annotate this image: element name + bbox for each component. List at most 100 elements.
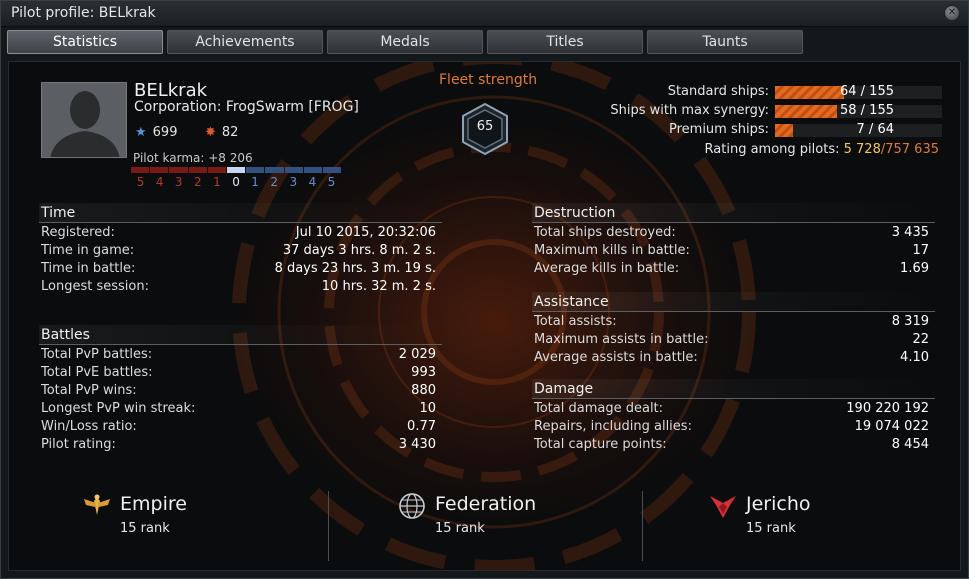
- karma-scale: 5 4 3 2 1 0 1 2 3 4 5: [131, 175, 341, 189]
- ship-stat-label: Ships with max synergy:: [610, 103, 769, 118]
- fleet-strength-title: Fleet strength: [439, 72, 538, 88]
- tab-bar: Statistics Achievements Medals Titles Ta…: [7, 30, 803, 54]
- faction-ranks: Empire 15 rank Federation 15 rank Jerich…: [9, 487, 960, 567]
- stat-value: 190 220 192: [846, 401, 929, 416]
- karma-tick: 4: [155, 175, 164, 189]
- silhouette-icon: [42, 83, 126, 157]
- jericho-emblem-icon: [710, 496, 736, 518]
- battles-section: Battles Total PvP battles: 2 029 Total Pv…: [39, 325, 442, 453]
- stat-row: Total assists: 8 319: [532, 312, 935, 330]
- pilot-profile-window: Pilot profile: BELkrak ✕ Statistics Achi…: [0, 0, 969, 579]
- faction-rank: 15 rank: [435, 521, 485, 536]
- rating-label: Rating among pilots:: [704, 142, 840, 157]
- stat-label: Average assists in battle:: [534, 350, 698, 365]
- stat-value: 880: [411, 383, 436, 398]
- rating-total: 757 635: [885, 142, 939, 157]
- stat-row: Average kills in battle: 1.69: [532, 259, 935, 277]
- corporation-name: Corporation: FrogSwarm [FROG]: [134, 99, 359, 115]
- stat-label: Longest PvP win streak:: [41, 401, 196, 416]
- section-title: Time: [39, 203, 442, 223]
- kills-value: 82: [221, 125, 239, 140]
- destruction-section: Destruction Total ships destroyed: 3 435 …: [532, 203, 935, 277]
- faction-jericho: Jericho 15 rank: [708, 487, 908, 567]
- kills-stat: ✸ 82: [205, 125, 238, 140]
- karma-tick: 5: [327, 175, 336, 189]
- stat-value: 0.77: [407, 419, 436, 434]
- section-title: Destruction: [532, 203, 935, 223]
- close-icon[interactable]: ✕: [944, 5, 960, 21]
- stat-value: 4.10: [900, 350, 929, 365]
- tab-titles[interactable]: Titles: [487, 30, 643, 54]
- stat-value: 8 319: [891, 314, 929, 329]
- faction-empire: Empire 15 rank: [82, 487, 282, 567]
- pilot-karma: Pilot karma: +8 206: [133, 151, 253, 165]
- stat-row: Total damage dealt: 190 220 192: [532, 399, 935, 417]
- karma-tick: 1: [251, 175, 259, 189]
- stat-label: Pilot rating:: [41, 437, 116, 452]
- fleet-strength-value: 65: [476, 119, 494, 134]
- stat-label: Registered:: [41, 225, 115, 240]
- karma-tick: 1: [213, 175, 221, 189]
- stat-label: Total capture points:: [534, 437, 667, 452]
- stat-value: 22: [912, 332, 929, 347]
- ship-stats: Standard ships: 64 / 155 Ships with max …: [610, 82, 942, 139]
- stat-label: Maximum assists in battle:: [534, 332, 709, 347]
- stat-value: 17: [912, 243, 929, 258]
- stat-label: Maximum kills in battle:: [534, 243, 690, 258]
- karma-tick: 2: [270, 175, 279, 189]
- section-title: Assistance: [532, 292, 935, 312]
- section-title: Battles: [39, 325, 442, 345]
- stat-value: 10 hrs. 32 m. 2 s.: [321, 279, 436, 294]
- stat-row: Total PvE battles: 993: [39, 363, 442, 381]
- stat-row: Total PvP wins: 880: [39, 381, 442, 399]
- divider: [642, 491, 643, 561]
- stat-label: Total ships destroyed:: [534, 225, 676, 240]
- stat-label: Time in game:: [41, 243, 135, 258]
- stat-value: 10: [419, 401, 436, 416]
- karma-bar: [131, 167, 342, 173]
- stat-value: 8 days 23 hrs. 3 m. 19 s.: [274, 261, 436, 276]
- title-bar[interactable]: Pilot profile: BELkrak ✕: [1, 1, 968, 27]
- stat-row: Average assists in battle: 4.10: [532, 348, 935, 366]
- faction-name: Jericho: [746, 493, 811, 515]
- stars-value: 699: [152, 125, 178, 140]
- karma-tick: 5: [136, 175, 145, 189]
- assistance-section: Assistance Total assists: 8 319 Maximum a…: [532, 292, 935, 366]
- tab-medals[interactable]: Medals: [327, 30, 483, 54]
- tab-achievements[interactable]: Achievements: [167, 30, 323, 54]
- stat-row: Win/Loss ratio: 0.77: [39, 417, 442, 435]
- stat-value: 2 029: [398, 347, 436, 362]
- stat-value: 19 074 022: [854, 419, 929, 434]
- empire-eagle-icon: [84, 494, 110, 515]
- stat-row: Total capture points: 8 454: [532, 435, 935, 453]
- ship-stat-value: 64 / 155: [840, 84, 894, 99]
- stat-value: 8 454: [891, 437, 929, 452]
- stat-row: Total PvP battles: 2 029: [39, 345, 442, 363]
- federation-globe-icon: [399, 493, 425, 519]
- faction-name: Federation: [435, 493, 537, 515]
- divider: [328, 491, 329, 561]
- stat-row: Longest PvP win streak: 10: [39, 399, 442, 417]
- ship-stat-row: Ships with max synergy: 58 / 155: [610, 101, 942, 120]
- stat-value: 37 days 3 hrs. 8 m. 2 s.: [282, 243, 436, 258]
- ship-stat-label: Standard ships:: [667, 84, 769, 99]
- tab-statistics[interactable]: Statistics: [7, 30, 163, 54]
- stat-row: Maximum kills in battle: 17: [532, 241, 935, 259]
- tab-taunts[interactable]: Taunts: [647, 30, 803, 54]
- stat-label: Total assists:: [534, 314, 617, 329]
- star-icon: ★: [135, 125, 147, 140]
- stat-label: Total PvP battles:: [41, 347, 153, 362]
- stat-label: Time in battle:: [41, 261, 136, 276]
- stat-row: Total ships destroyed: 3 435: [532, 223, 935, 241]
- ship-stat-value: 58 / 155: [840, 103, 894, 118]
- stars-stat: ★ 699: [135, 125, 177, 140]
- karma-tick: 3: [289, 175, 298, 189]
- time-section: Time Registered: Jul 10 2015, 20:32:06 Ti…: [39, 203, 442, 295]
- avatar: [41, 82, 127, 158]
- stat-row: Longest session: 10 hrs. 32 m. 2 s.: [39, 277, 442, 295]
- stat-row: Maximum assists in battle: 22: [532, 330, 935, 348]
- karma-tick: 3: [174, 175, 183, 189]
- stat-label: Total damage dealt:: [534, 401, 664, 416]
- stat-row: Time in battle: 8 days 23 hrs. 3 m. 19 s.: [39, 259, 442, 277]
- ship-stat-row: Premium ships: 7 / 64: [612, 120, 942, 139]
